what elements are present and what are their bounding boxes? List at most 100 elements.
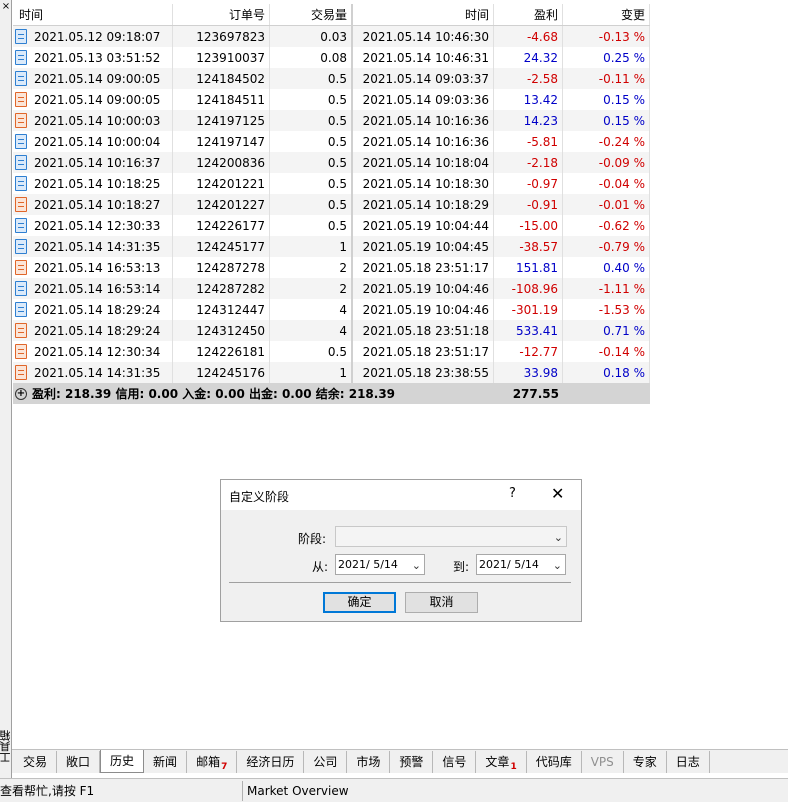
toolbox-vertical-label[interactable]: 工具箱 [0, 730, 12, 763]
cell-open-time: 2021.05.14 18:29:24 [13, 320, 173, 341]
cell-profit: 151.81 [494, 257, 563, 278]
status-market-overview[interactable]: Market Overview [247, 779, 349, 803]
status-divider [242, 781, 243, 801]
chevron-down-icon: ⌄ [552, 559, 562, 572]
table-row[interactable]: 2021.05.14 16:53:13 124287278 2 2021.05.18 … [13, 257, 650, 278]
column-header-change[interactable]: 变更 [563, 4, 650, 25]
custom-period-dialog: 自定义阶段 ? ✕ 阶段: ⌄ 从: 2021/ 5/14 ⌄ 到: 2021/… [220, 479, 582, 622]
cell-order: 124226181 [173, 341, 270, 362]
table-row[interactable]: 2021.05.12 09:18:07 123697823 0.03 2021.05.… [13, 26, 650, 47]
open-time-text: 2021.05.14 09:00:05 [34, 92, 161, 107]
cell-volume: 0.5 [270, 194, 353, 215]
from-date-value: 2021/ 5/14 [338, 558, 398, 571]
cell-close-time: 2021.05.18 23:51:18 [353, 320, 494, 341]
table-row[interactable]: 2021.05.14 10:16:37 124200836 0.5 2021.05.1… [13, 152, 650, 173]
dialog-title: 自定义阶段 [229, 490, 290, 504]
open-time-text: 2021.05.14 18:29:24 [34, 302, 161, 317]
period-select[interactable]: ⌄ [335, 526, 567, 547]
cell-volume: 2 [270, 257, 353, 278]
chevron-down-icon: ⌄ [553, 531, 563, 544]
cell-change: 0.15 % [563, 110, 650, 131]
cell-profit: -12.77 [494, 341, 563, 362]
to-date-picker[interactable]: 2021/ 5/14 ⌄ [476, 554, 566, 575]
cancel-button[interactable]: 取消 [405, 592, 478, 613]
toolbox-close-icon[interactable]: × [1, 2, 11, 12]
cell-order: 124200836 [173, 152, 270, 173]
cell-change: 0.15 % [563, 89, 650, 110]
tab-10[interactable]: 文章1 [476, 751, 527, 773]
cell-profit: -15.00 [494, 215, 563, 236]
column-header-volume[interactable]: 交易量 [270, 4, 353, 25]
period-label: 阶段: [298, 532, 327, 546]
table-row[interactable]: 2021.05.14 14:31:35 124245176 1 2021.05.18 … [13, 362, 650, 383]
tab-6[interactable]: 公司 [304, 751, 348, 773]
table-row[interactable]: 2021.05.14 10:00:03 124197125 0.5 2021.05.1… [13, 110, 650, 131]
cell-profit: -301.19 [494, 299, 563, 320]
tab-12[interactable]: VPS [582, 751, 624, 773]
cell-profit: -5.81 [494, 131, 563, 152]
tab-11[interactable]: 代码库 [527, 751, 582, 773]
ok-button[interactable]: 确定 [323, 592, 396, 613]
table-row[interactable]: 2021.05.14 18:29:24 124312447 4 2021.05.19 … [13, 299, 650, 320]
column-header-profit[interactable]: 盈利 [494, 4, 563, 25]
summary-row: + 盈利: 218.39 信用: 0.00 入金: 0.00 出金: 0.00 … [13, 383, 650, 404]
column-header-order[interactable]: 订单号 [173, 4, 270, 25]
table-row[interactable]: 2021.05.14 09:00:05 124184511 0.5 2021.05.1… [13, 89, 650, 110]
table-row[interactable]: 2021.05.14 16:53:14 124287282 2 2021.05.19 … [13, 278, 650, 299]
cell-open-time: 2021.05.14 10:00:03 [13, 110, 173, 131]
from-date-picker[interactable]: 2021/ 5/14 ⌄ [335, 554, 425, 575]
expand-plus-icon[interactable]: + [15, 387, 27, 400]
tab-9[interactable]: 信号 [433, 751, 477, 773]
tab-13[interactable]: 专家 [624, 751, 667, 773]
tab-3[interactable]: 新闻 [144, 751, 188, 773]
tab-8[interactable]: 预警 [390, 751, 434, 773]
trade-document-icon [15, 218, 27, 233]
tab-label: 敞口 [66, 755, 91, 769]
tab-7[interactable]: 市场 [347, 751, 391, 773]
table-row[interactable]: 2021.05.14 09:00:05 124184502 0.5 2021.05.1… [13, 68, 650, 89]
cell-volume: 0.03 [270, 26, 353, 47]
table-row[interactable]: 2021.05.14 18:29:24 124312450 4 2021.05.18 … [13, 320, 650, 341]
cell-open-time: 2021.05.13 03:51:52 [13, 47, 173, 68]
cell-change: 0.71 % [563, 320, 650, 341]
cell-order: 124184502 [173, 68, 270, 89]
tab-label: 邮箱 [196, 755, 221, 769]
tab-14[interactable]: 日志 [667, 751, 710, 773]
cell-open-time: 2021.05.14 10:16:37 [13, 152, 173, 173]
cell-change: -0.24 % [563, 131, 650, 152]
tab-2[interactable]: 历史 [100, 750, 145, 773]
open-time-text: 2021.05.14 12:30:34 [34, 344, 161, 359]
cell-volume: 0.08 [270, 47, 353, 68]
cell-order: 124287278 [173, 257, 270, 278]
cell-profit: -2.58 [494, 68, 563, 89]
help-icon[interactable]: ? [509, 486, 516, 501]
table-row[interactable]: 2021.05.13 03:51:52 123910037 0.08 2021.05.… [13, 47, 650, 68]
cell-volume: 1 [270, 236, 353, 257]
table-row[interactable]: 2021.05.14 12:30:33 124226177 0.5 2021.05.1… [13, 215, 650, 236]
column-header-close-time[interactable]: 时间 [353, 4, 494, 25]
table-row[interactable]: 2021.05.14 10:18:27 124201227 0.5 2021.05.1… [13, 194, 650, 215]
column-header-open-time[interactable]: 时间 [13, 4, 173, 25]
table-row[interactable]: 2021.05.14 14:31:35 124245177 1 2021.05.19 … [13, 236, 650, 257]
cell-close-time: 2021.05.18 23:51:17 [353, 341, 494, 362]
cell-profit: -38.57 [494, 236, 563, 257]
cell-volume: 0.5 [270, 89, 353, 110]
cell-volume: 0.5 [270, 173, 353, 194]
trade-document-icon [15, 155, 27, 170]
table-row[interactable]: 2021.05.14 12:30:34 124226181 0.5 2021.05.1… [13, 341, 650, 362]
chevron-down-icon: ⌄ [411, 559, 421, 572]
table-row[interactable]: 2021.05.14 10:00:04 124197147 0.5 2021.05.1… [13, 131, 650, 152]
dialog-title-bar: 自定义阶段 ? ✕ [221, 480, 581, 510]
tab-0[interactable]: 交易 [14, 751, 58, 773]
table-header: 时间 订单号 交易量 时间 盈利 变更 [13, 4, 650, 26]
table-row[interactable]: 2021.05.14 10:18:25 124201221 0.5 2021.05.1… [13, 173, 650, 194]
close-icon[interactable]: ✕ [551, 484, 564, 503]
tab-5[interactable]: 经济日历 [237, 751, 305, 773]
cell-change: -0.62 % [563, 215, 650, 236]
tab-1[interactable]: 敞口 [57, 751, 101, 773]
cell-profit: -0.91 [494, 194, 563, 215]
cell-close-time: 2021.05.14 10:18:29 [353, 194, 494, 215]
cell-close-time: 2021.05.14 10:16:36 [353, 131, 494, 152]
cell-close-time: 2021.05.14 10:16:36 [353, 110, 494, 131]
tab-4[interactable]: 邮箱7 [187, 751, 238, 773]
